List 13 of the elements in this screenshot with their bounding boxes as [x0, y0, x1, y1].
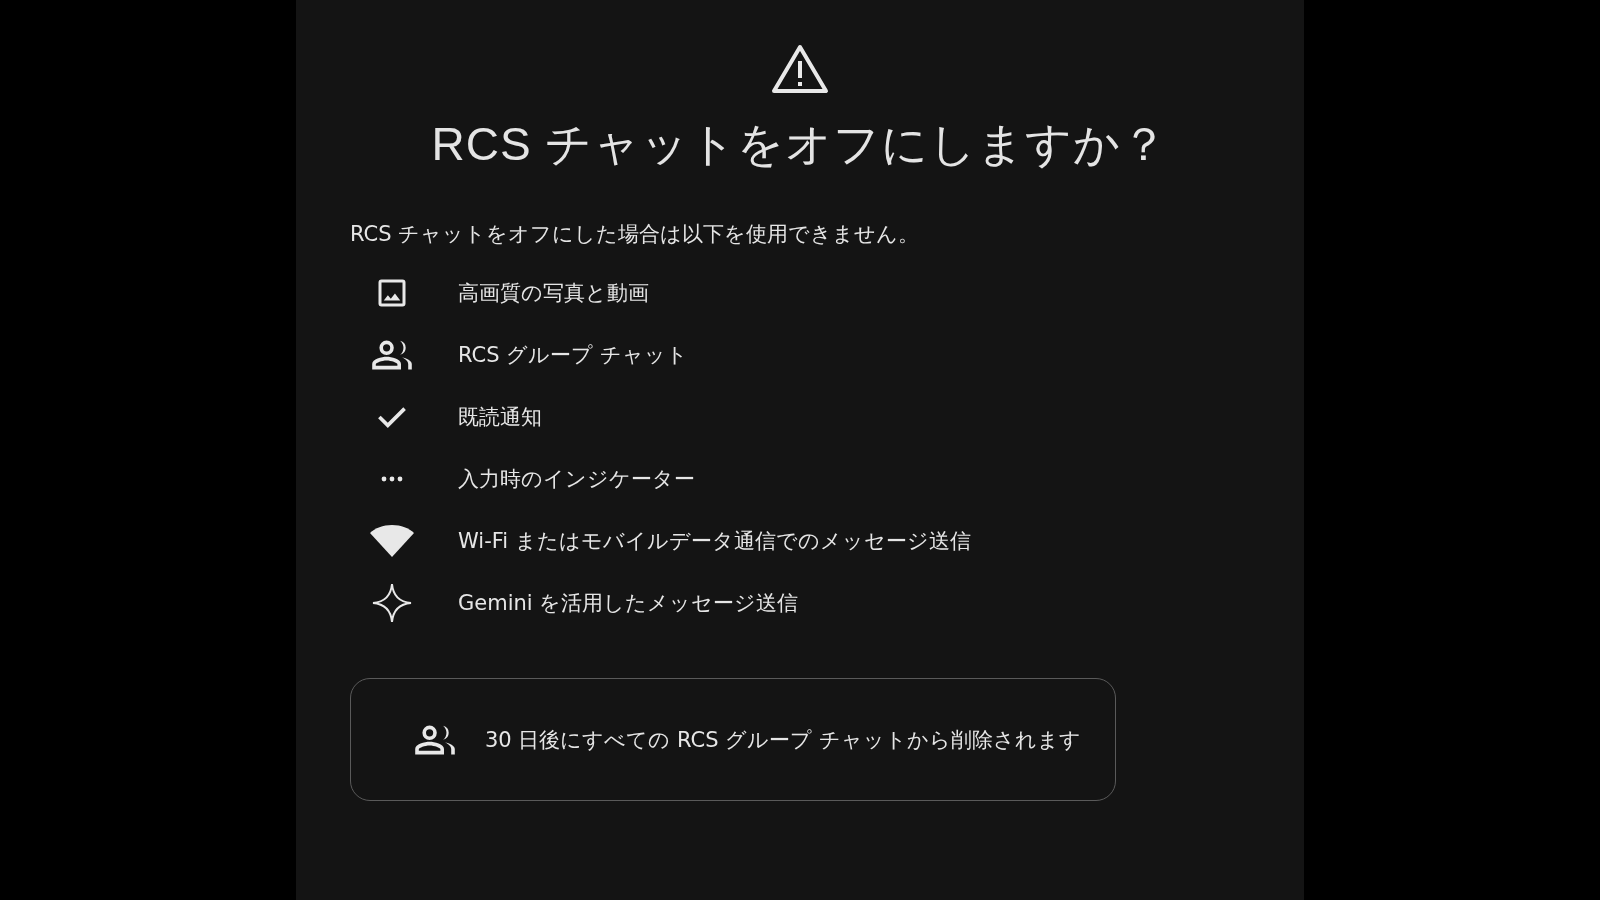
wifi-icon [369, 524, 415, 558]
dialog-title: RCS チャットをオフにしますか？ [431, 117, 1169, 172]
sparkle-icon [371, 582, 413, 624]
warning-icon [771, 44, 829, 94]
feature-label: 既読通知 [458, 404, 542, 431]
feature-label: RCS グループ チャット [458, 342, 688, 369]
feature-label: Gemini を活用したメッセージ送信 [458, 590, 799, 617]
feature-label: 入力時のインジケーター [458, 466, 695, 493]
dots-icon [381, 476, 403, 482]
notice-text: 30 日後にすべての RCS グループ チャットから削除されます [485, 726, 1081, 754]
feature-label: Wi-Fi またはモバイルデータ通信でのメッセージ送信 [458, 528, 971, 555]
intro-text: RCS チャットをオフにした場合は以下を使用できません。 [350, 221, 921, 248]
feature-label: 高画質の写真と動画 [458, 280, 649, 307]
